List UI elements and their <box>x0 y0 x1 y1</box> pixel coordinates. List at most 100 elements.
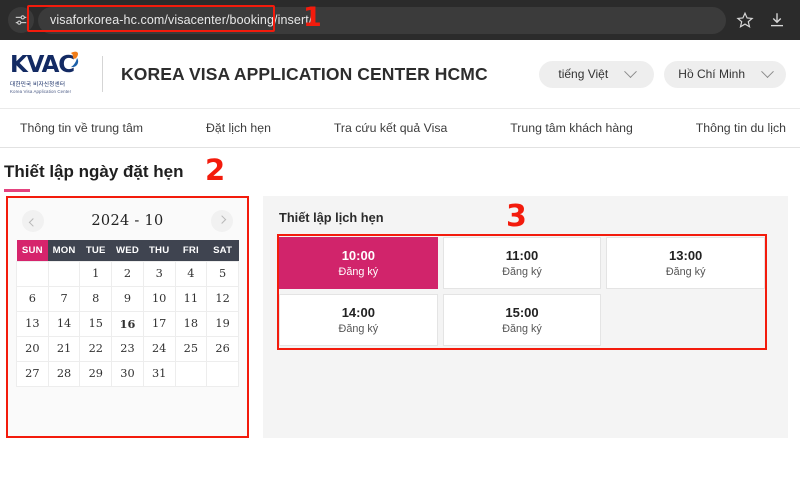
browser-actions <box>736 11 792 29</box>
address-bar[interactable]: visaforkorea-hc.com/visacenter/booking/i… <box>38 6 726 34</box>
logo-subtitle-en: Korea Visa Application Center <box>10 89 72 94</box>
annotation-3: 3 <box>506 199 527 234</box>
logo-mark: KVAC <box>10 51 90 77</box>
time-slot-time: 15:00 <box>505 305 539 320</box>
calendar-body: 1 2 3 4 5 6 7 8 9 10 11 12 13 14 15 16 17 18 19 20 21 22 23 24 2… <box>16 260 239 387</box>
calendar-day-31[interactable]: 31 <box>142 360 176 387</box>
nav-item-center-info[interactable]: Thông tin về trung tâm <box>20 121 143 135</box>
calendar-day-17[interactable]: 17 <box>142 310 176 337</box>
calendar-week-row: 6 7 8 9 10 11 12 <box>16 285 239 312</box>
calendar-day-30[interactable]: 30 <box>111 360 144 387</box>
calendar-day-empty <box>16 260 49 287</box>
time-slot-action: Đăng ký <box>502 266 542 278</box>
time-slots-wrap: 10:00 Đăng ký 11:00 Đăng ký 13:00 Đăng ký 14:0… <box>277 234 772 350</box>
calendar-weekday-row: SUN MON TUE WED THU FRI SAT <box>16 240 239 261</box>
calendar-day-5[interactable]: 5 <box>206 260 239 287</box>
calendar-month-label: 2024 - 10 <box>91 213 164 229</box>
page-title: Thiết lập ngày đặt hẹn <box>4 162 184 181</box>
annotation-2: 2 <box>205 153 226 187</box>
calendar-week-row: 20 21 22 23 24 25 26 <box>16 335 239 362</box>
calendar-prev-button[interactable] <box>22 210 44 232</box>
calendar-day-7: 7 <box>47 285 81 312</box>
page-header-title: KOREA VISA APPLICATION CENTER HCMC <box>121 63 488 84</box>
calendar-day-24[interactable]: 24 <box>142 335 176 362</box>
calendar-day-12[interactable]: 12 <box>206 285 239 312</box>
time-slot-1000[interactable]: 10:00 Đăng ký <box>279 237 438 289</box>
calendar-day-26[interactable]: 26 <box>206 335 239 362</box>
language-select-value: tiếng Việt <box>558 67 609 81</box>
time-slot-1400[interactable]: 14:00 Đăng ký <box>279 294 438 346</box>
calendar-day-29[interactable]: 29 <box>79 360 113 387</box>
calendar-day-18[interactable]: 18 <box>174 310 208 337</box>
calendar-week-row: 12345 <box>16 260 239 287</box>
logo-swoosh-icon <box>65 50 81 74</box>
calendar-day-22[interactable]: 22 <box>79 335 113 362</box>
calendar-day-19[interactable]: 19 <box>206 310 239 337</box>
language-select[interactable]: tiếng Việt <box>539 60 655 88</box>
calendar-panel: 2024 - 10 SUN MON TUE WED THU FRI SAT 12… <box>6 196 249 438</box>
star-icon[interactable] <box>736 11 754 29</box>
time-slot-action: Đăng ký <box>338 266 379 278</box>
calendar-day-23[interactable]: 23 <box>111 335 144 362</box>
chevron-down-icon <box>624 64 638 78</box>
time-slot-1300[interactable]: 13:00 Đăng ký <box>606 237 765 289</box>
site-header: KVAC 대한민국 비자신청센터 Korea Visa Application … <box>0 40 800 108</box>
time-slot-1100[interactable]: 11:00 Đăng ký <box>442 237 602 289</box>
booking-content: 2024 - 10 SUN MON TUE WED THU FRI SAT 12… <box>0 196 800 438</box>
page-title-row: Thiết lập ngày đặt hẹn 2 <box>0 148 800 196</box>
time-slot-time: 14:00 <box>341 305 375 320</box>
calendar-day-empty <box>174 360 208 387</box>
location-select-value: Hồ Chí Minh <box>678 67 745 81</box>
calendar-week-row: 27 28 29 30 31 <box>16 360 239 387</box>
calendar-day-2: 2 <box>111 260 144 287</box>
calendar-day-28[interactable]: 28 <box>47 360 81 387</box>
calendar-day-14: 14 <box>47 310 81 337</box>
calendar-day-13[interactable]: 13 <box>16 310 49 337</box>
logo-subtitle-ko: 대한민국 비자신청센터 <box>10 82 66 88</box>
chevron-left-icon <box>28 218 38 227</box>
weekday-wed: WED <box>111 240 144 261</box>
calendar-day-15[interactable]: 15 <box>79 310 113 337</box>
calendar-day-1: 1 <box>79 260 113 287</box>
calendar-day-empty <box>47 260 81 287</box>
location-select[interactable]: Hồ Chí Minh <box>664 60 786 88</box>
time-slot-action: Đăng ký <box>338 323 379 335</box>
weekday-mon: MON <box>48 240 80 261</box>
weekday-sun: SUN <box>16 240 49 261</box>
nav-item-customer-center[interactable]: Trung tâm khách hàng <box>510 121 633 135</box>
calendar-day-27[interactable]: 27 <box>16 360 49 387</box>
calendar-day-21[interactable]: 21 <box>47 335 81 362</box>
calendar-day-20[interactable]: 20 <box>16 335 49 362</box>
weekday-tue: TUE <box>79 240 112 261</box>
calendar-day-3: 3 <box>142 260 176 287</box>
time-slot-time: 13:00 <box>669 248 703 263</box>
browser-toolbar: visaforkorea-hc.com/visacenter/booking/i… <box>0 0 800 40</box>
calendar-next-button[interactable] <box>210 210 233 232</box>
weekday-sat: SAT <box>206 240 239 261</box>
nav-item-travel-info[interactable]: Thông tin du lịch <box>696 121 786 135</box>
main-navigation: Thông tin về trung tâm Đặt lịch hẹn Tra … <box>0 108 800 148</box>
annotation-1: 1 <box>303 2 322 33</box>
calendar-day-16[interactable]: 16 <box>111 310 144 337</box>
url-text: visaforkorea-hc.com/visacenter/booking/i… <box>50 13 313 27</box>
weekday-fri: FRI <box>175 240 207 261</box>
time-slot-action: Đăng ký <box>665 266 706 278</box>
nav-item-book-appointment[interactable]: Đặt lịch hẹn <box>206 121 271 135</box>
header-divider <box>102 56 103 92</box>
title-underline <box>4 189 30 192</box>
kvac-logo[interactable]: KVAC 대한민국 비자신청센터 Korea Visa Application … <box>10 51 90 94</box>
calendar-day-25[interactable]: 25 <box>174 335 208 362</box>
time-slot-grid: 10:00 Đăng ký 11:00 Đăng ký 13:00 Đăng ký 14:0… <box>279 237 765 346</box>
chevron-right-icon <box>217 215 227 224</box>
download-icon[interactable] <box>768 11 786 29</box>
weekday-thu: THU <box>143 240 176 261</box>
calendar-day-6[interactable]: 6 <box>16 285 49 312</box>
schedule-panel: Thiết lập lịch hẹn 3 10:00 Đăng ký 11:00 Đă… <box>263 196 788 438</box>
calendar-day-8: 8 <box>79 285 113 312</box>
time-slot-empty <box>606 294 765 346</box>
tune-icon[interactable] <box>8 7 34 33</box>
nav-item-visa-result[interactable]: Tra cứu kết quả Visa <box>334 121 448 135</box>
calendar-day-4: 4 <box>174 260 208 287</box>
time-slot-action: Đăng ký <box>502 323 542 335</box>
time-slot-1500[interactable]: 15:00 Đăng ký <box>442 294 602 346</box>
